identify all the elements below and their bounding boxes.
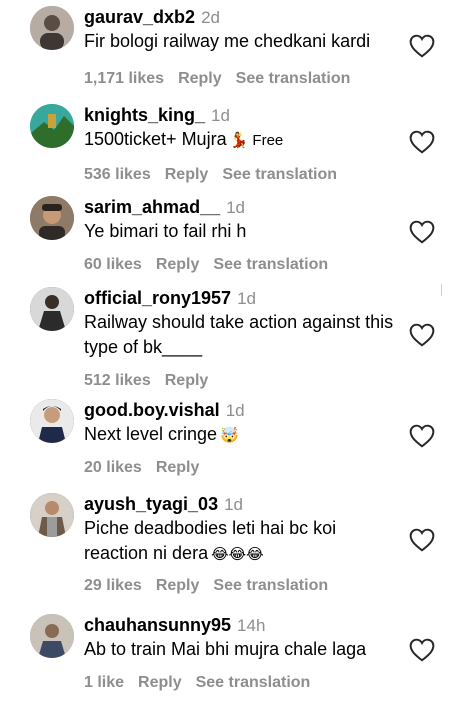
username[interactable]: knights_king_ (84, 105, 205, 125)
likes-count[interactable]: 1,171 likes (84, 70, 164, 87)
comment-text: Ye bimari to fail rhi h (84, 221, 247, 241)
timestamp: 1d (226, 198, 246, 217)
comment-text: Ab to train Mai bhi mujra chale laga (84, 639, 367, 659)
likes-count[interactable]: 20 likes (84, 459, 142, 476)
like-heart-icon[interactable] (409, 130, 435, 154)
see-translation-link[interactable]: See translation (213, 577, 328, 594)
see-translation-link[interactable]: See translation (196, 674, 311, 691)
likes-count[interactable]: 60 likes (84, 256, 142, 273)
like-heart-icon[interactable] (409, 323, 435, 347)
timestamp: 1d (211, 106, 230, 125)
likes-count[interactable]: 1 like (84, 674, 124, 691)
see-translation-link[interactable]: See translation (236, 70, 351, 87)
comment-text: Railway should take action against this … (84, 312, 394, 357)
avatar[interactable] (30, 493, 74, 537)
likes-count[interactable]: 29 likes (84, 577, 142, 594)
reply-button[interactable]: Reply (156, 459, 200, 476)
avatar[interactable] (30, 287, 74, 331)
reply-button[interactable]: Reply (138, 674, 182, 691)
timestamp: 1d (224, 495, 243, 514)
comment-emoji: 😂😂😂 (211, 546, 264, 563)
scrollbar-hint (441, 284, 442, 296)
username[interactable]: chauhansunny95 (84, 615, 231, 635)
comment-emoji: 🤯 (220, 427, 239, 444)
see-translation-link[interactable]: See translation (222, 166, 337, 183)
like-heart-icon[interactable] (409, 34, 435, 58)
avatar[interactable] (30, 196, 74, 240)
reply-button[interactable]: Reply (156, 577, 200, 594)
likes-count[interactable]: 536 likes (84, 166, 151, 183)
see-translation-link[interactable]: See translation (213, 256, 328, 273)
reply-button[interactable]: Reply (165, 372, 209, 389)
avatar[interactable] (30, 399, 74, 443)
comment-text: Next level cringe (84, 424, 218, 444)
username[interactable]: good.boy.vishal (84, 400, 220, 420)
username[interactable]: ayush_tyagi_03 (84, 494, 218, 514)
username[interactable]: sarim_ahmad__ (84, 197, 220, 217)
timestamp: 2d (201, 8, 220, 27)
comment-text: Fir bologi railway me chedkani kardi (84, 31, 371, 51)
comment-text: 1500ticket+ Mujra (84, 129, 227, 149)
avatar[interactable] (30, 6, 74, 50)
username[interactable]: official_rony1957 (84, 288, 231, 308)
reply-button[interactable]: Reply (178, 70, 222, 87)
like-heart-icon[interactable] (409, 638, 435, 662)
timestamp: 1d (225, 401, 245, 420)
likes-count[interactable]: 512 likes (84, 372, 151, 389)
comment-emoji: 💃 Free (229, 132, 284, 149)
username[interactable]: gaurav_dxb2 (84, 7, 195, 27)
timestamp: 14h (237, 616, 266, 635)
like-heart-icon[interactable] (409, 424, 435, 448)
avatar[interactable] (30, 614, 74, 658)
reply-button[interactable]: Reply (165, 166, 209, 183)
like-heart-icon[interactable] (409, 528, 435, 552)
like-heart-icon[interactable] (409, 220, 435, 244)
avatar[interactable] (30, 104, 74, 148)
timestamp: 1d (237, 289, 256, 308)
reply-button[interactable]: Reply (156, 256, 200, 273)
